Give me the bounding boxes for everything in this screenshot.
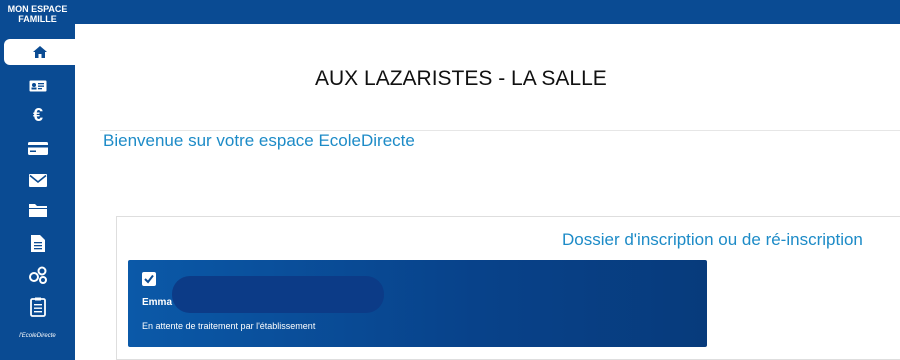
sidebar-item-home[interactable]: [4, 39, 75, 65]
sidebar-item-checklist[interactable]: [0, 295, 75, 319]
sidebar-item-documents[interactable]: [0, 198, 75, 222]
mail-icon: [28, 173, 47, 187]
clipboard-icon: [29, 297, 46, 317]
people-icon: [28, 266, 47, 284]
home-icon: [32, 46, 47, 58]
sidebar-footer-logo: l'EcoleDirecte: [19, 333, 56, 339]
id-card-icon: [29, 80, 46, 92]
sidebar-item-forms[interactable]: [0, 231, 75, 255]
svg-text:€: €: [32, 106, 42, 124]
school-title: AUX LAZARISTES - LA SALLE: [315, 67, 607, 90]
registration-panel-title: Dossier d'inscription ou de ré-inscripti…: [562, 230, 863, 249]
credit-card-icon: [27, 141, 48, 155]
folder-icon: [28, 204, 47, 217]
student-name: Emma: [142, 297, 173, 308]
sidebar-item-messages[interactable]: [0, 168, 75, 192]
sidebar-item-card[interactable]: [0, 136, 75, 160]
sidebar-brand: MON ESPACE FAMILLE: [7, 4, 68, 24]
sidebar-item-payments[interactable]: €: [0, 103, 75, 127]
redacted-name: [172, 276, 384, 313]
check-icon: [142, 272, 156, 286]
welcome-heading: Bienvenue sur votre espace EcoleDirecte: [103, 131, 415, 150]
euro-icon: €: [32, 106, 42, 124]
registration-status: En attente de traitement par l'établisse…: [142, 321, 316, 331]
sidebar-item-identity[interactable]: [0, 74, 75, 98]
sidebar-item-contacts[interactable]: [0, 263, 75, 287]
top-bar: [0, 0, 900, 24]
sidebar: MON ESPACE FAMILLE € l'EcoleDirecte: [0, 0, 75, 360]
document-icon: [30, 234, 45, 252]
